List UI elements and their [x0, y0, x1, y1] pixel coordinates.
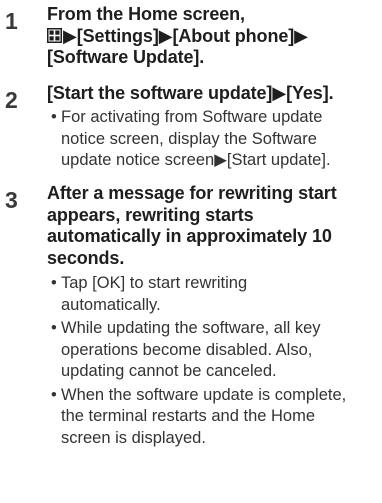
step-title-line: From the Home screen, — [47, 4, 245, 24]
step-title: After a message for rewriting start appe… — [47, 183, 377, 269]
note-line: notice screen, display the Software — [61, 129, 317, 148]
step-title-line: seconds. — [47, 247, 125, 268]
step-notes: • Tap [OK] to start rewriting automatica… — [51, 273, 376, 451]
bullet: • — [51, 319, 57, 337]
note-line: For activating from Software update — [61, 108, 323, 126]
bullet: • — [51, 274, 57, 292]
instruction-page: 1 From the Home screen, ▶[Settings]▶[Abo… — [0, 0, 382, 503]
note-line: the terminal restarts and the Home — [61, 407, 316, 425]
note-line: update notice screen▶[Start update]. — [61, 151, 331, 169]
step-number: 2 — [5, 87, 18, 113]
note-line: screen is displayed. — [61, 428, 206, 447]
step-number: 3 — [5, 187, 18, 213]
step-title-line: After a message for rewriting start — [47, 183, 337, 203]
note-line: automatically. — [61, 295, 161, 314]
step-title-line: [Software Update]. — [47, 47, 205, 67]
bullet: • — [51, 385, 57, 404]
step-title-line: automatically in approximately 10 — [47, 226, 332, 246]
note-line: updating cannot be canceled. — [61, 362, 277, 380]
step-title: From the Home screen, ▶[Settings]▶[About… — [47, 4, 377, 69]
home-grid-icon — [47, 27, 62, 43]
note-line: When the software update is complete, — [61, 385, 347, 404]
bullet: • — [51, 108, 57, 126]
note-line: While updating the software, all key — [61, 319, 321, 337]
step-title-text: ▶[Settings]▶[About phone]▶ — [63, 25, 308, 46]
step-title-line: [Start the software update]▶[Yes]. — [47, 83, 334, 103]
note-line: operations become disabled. Also, — [61, 340, 313, 359]
note-item: • For activating from Software update no… — [51, 107, 376, 172]
step-title: [Start the software update]▶[Yes]. — [47, 83, 377, 105]
note-item: • Tap [OK] to start rewriting automatica… — [51, 273, 376, 316]
step-title-line: ▶[Settings]▶[About phone]▶ — [47, 26, 377, 48]
note-item: • When the software update is complete, … — [51, 385, 376, 450]
step-number: 1 — [5, 8, 18, 34]
step-title-line: appears, rewriting starts — [47, 204, 254, 225]
note-line: Tap [OK] to start rewriting — [61, 274, 248, 292]
step-notes: • For activating from Software update no… — [51, 107, 376, 174]
note-item: • While updating the software, all key o… — [51, 318, 376, 383]
